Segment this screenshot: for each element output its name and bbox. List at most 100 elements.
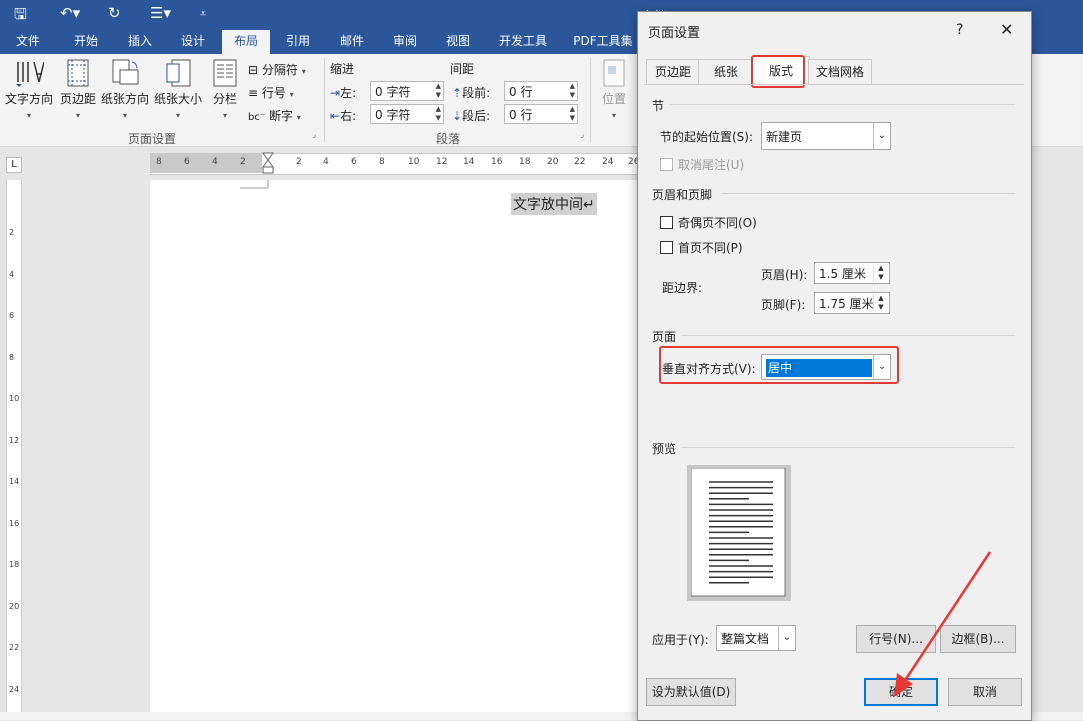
redo-icon[interactable]: ↻ xyxy=(108,4,121,22)
bullets-icon[interactable]: ☰▾ xyxy=(150,4,171,22)
position-button[interactable]: 位置 ▾ xyxy=(596,58,632,121)
paragraph-launcher-icon[interactable]: ⌟ xyxy=(580,130,584,140)
section-start-select[interactable]: 新建页 ⌄ xyxy=(761,122,891,150)
ruler-tick-label: 10 xyxy=(408,157,420,167)
ruler-tick-label: 24 xyxy=(602,157,614,167)
dialog-title: 页面设置 xyxy=(648,26,701,41)
ruler-tick-label: 12 xyxy=(436,157,448,167)
ruler-tick-label: 20 xyxy=(9,601,20,611)
ruler-tick-label: 14 xyxy=(463,157,475,167)
size-button[interactable]: 纸张大小 ▾ xyxy=(152,58,204,121)
indent-left-label: ⇥左: xyxy=(330,86,357,100)
ruler-tick-label: 2 xyxy=(240,157,246,167)
page-setup-dialog: 页面设置 ? ✕ 页边距 纸张 版式 文档网格 节 节的起始位置(S): 新建页… xyxy=(637,11,1032,721)
tab-developer[interactable]: 开发工具 xyxy=(490,30,556,54)
ruler-tick-label: 22 xyxy=(9,643,20,652)
from-edge-label: 距边界: xyxy=(662,281,703,295)
orientation-button[interactable]: 纸张方向 ▾ xyxy=(100,58,150,121)
headers-footers-heading: 页眉和页脚 xyxy=(652,188,713,202)
page-setup-group-label: 页面设置 xyxy=(128,132,177,146)
customize-qat-icon[interactable]: ⩡ xyxy=(200,7,206,21)
spacing-before-icon: ⇡ xyxy=(452,86,463,100)
spacing-after-input[interactable]: 0 行 ▲ ▼ xyxy=(504,104,578,124)
margins-icon xyxy=(67,59,89,87)
margins-label: 页边距 xyxy=(59,92,96,106)
tab-home[interactable]: 开始 xyxy=(62,30,110,54)
suppress-endnotes-checkbox[interactable]: 取消尾注(U) xyxy=(660,156,744,173)
margin-corner-mark xyxy=(240,180,269,189)
highlight-box-alignment xyxy=(659,346,899,384)
ruler-tick-label: 20 xyxy=(547,157,559,167)
tab-paper[interactable]: 纸张 xyxy=(698,59,754,84)
page-preview-image xyxy=(691,468,786,597)
tab-layout[interactable]: 布局 xyxy=(222,30,270,54)
columns-button[interactable]: 分栏 ▾ xyxy=(208,58,242,121)
spacing-label: 间距 xyxy=(450,62,475,76)
close-button[interactable]: ✕ xyxy=(1000,20,1013,39)
tab-margins[interactable]: 页边距 xyxy=(646,59,700,84)
set-default-button[interactable]: 设为默认值(D) xyxy=(646,678,736,706)
orientation-icon xyxy=(112,59,139,85)
header-distance-input[interactable]: 1.5 厘米 ▲ ▼ xyxy=(814,262,890,284)
tab-file[interactable]: 文件 xyxy=(6,30,50,54)
header-distance-label: 页眉(H): xyxy=(761,268,808,282)
tab-view[interactable]: 视图 xyxy=(434,30,482,54)
text-direction-icon xyxy=(16,61,44,87)
tab-mailings[interactable]: 邮件 xyxy=(328,30,376,54)
tab-document-grid[interactable]: 文档网格 xyxy=(808,59,872,84)
spacing-before-input[interactable]: 0 行 ▲ ▼ xyxy=(504,81,578,101)
text-direction-button[interactable]: 文字方向 ▾ xyxy=(4,58,54,121)
margins-button[interactable]: 页边距 ▾ xyxy=(58,58,98,121)
footer-distance-input[interactable]: 1.75 厘米 ▲ ▼ xyxy=(814,292,890,314)
line-numbers-icon: ≡ xyxy=(248,86,259,100)
ribbon-separator xyxy=(324,58,325,142)
page-setup-launcher-icon[interactable]: ⌟ xyxy=(312,130,316,140)
odd-even-checkbox[interactable]: 奇偶页不同(O) xyxy=(660,214,757,231)
tab-insert[interactable]: 插入 xyxy=(116,30,164,54)
ruler-tick-label: 6 xyxy=(9,311,15,320)
page-size-icon xyxy=(166,59,191,87)
spacing-after-label: ⇣段后: xyxy=(452,109,491,123)
undo-icon[interactable]: ↶▾ xyxy=(60,4,80,22)
apply-to-select[interactable]: 整篇文档 ⌄ xyxy=(716,625,796,651)
ruler-tick-label: 8 xyxy=(9,352,15,362)
ruler-tick-label: 2 xyxy=(296,157,302,167)
document-text[interactable]: 文字放中间↵ xyxy=(511,193,597,215)
section-heading: 节 xyxy=(652,99,665,113)
ruler-tick-label: 6 xyxy=(351,157,357,167)
ruler-tick-label: 24 xyxy=(9,684,20,694)
ruler-tick-label: 4 xyxy=(323,157,329,167)
size-label: 纸张大小 xyxy=(153,92,202,106)
line-numbers-label: 行号 xyxy=(261,86,286,100)
breaks-button[interactable]: ⊟ 分隔符 ▾ xyxy=(248,61,306,78)
footer-distance-label: 页脚(F): xyxy=(761,298,806,312)
chevron-down-icon: ⌄ xyxy=(778,626,795,650)
hyphenation-button[interactable]: bc⁻ 断字 ▾ xyxy=(248,107,301,124)
ruler-tick-label: 8 xyxy=(379,157,385,167)
first-page-checkbox[interactable]: 首页不同(P) xyxy=(660,239,743,256)
indent-right-label: ⇤右: xyxy=(330,109,357,123)
indent-right-input[interactable]: 0 字符 ▲ ▼ xyxy=(370,104,444,124)
save-icon[interactable]: 🖫 xyxy=(14,4,27,29)
tab-design[interactable]: 设计 xyxy=(170,30,216,54)
document-page[interactable]: 文字放中间↵ xyxy=(150,180,640,720)
ruler-tick-label: 18 xyxy=(9,560,20,569)
indent-marker-icon[interactable] xyxy=(262,152,274,174)
help-button[interactable]: ? xyxy=(956,22,963,38)
breaks-label: 分隔符 xyxy=(261,63,298,77)
ruler-tick-label: 18 xyxy=(519,157,531,167)
spacing-after-icon: ⇣ xyxy=(452,109,463,123)
ruler-tick-label: 4 xyxy=(212,157,218,167)
ruler-tick-label: 8 xyxy=(156,157,162,167)
preview-divider xyxy=(682,447,1015,448)
line-numbers-button[interactable]: ≡ 行号 ▾ xyxy=(248,84,294,101)
tab-references[interactable]: 引用 xyxy=(276,30,320,54)
tab-content-border xyxy=(644,84,1024,85)
tab-selector-button[interactable]: L xyxy=(6,157,22,173)
text-direction-label: 文字方向 xyxy=(4,92,53,106)
tab-review[interactable]: 审阅 xyxy=(382,30,428,54)
indent-left-input[interactable]: 0 字符 ▲ ▼ xyxy=(370,81,444,101)
ruler-tick-label: 12 xyxy=(9,435,20,445)
annotation-arrow xyxy=(894,551,992,697)
tab-pdf-tools[interactable]: PDF工具集 xyxy=(568,30,638,54)
